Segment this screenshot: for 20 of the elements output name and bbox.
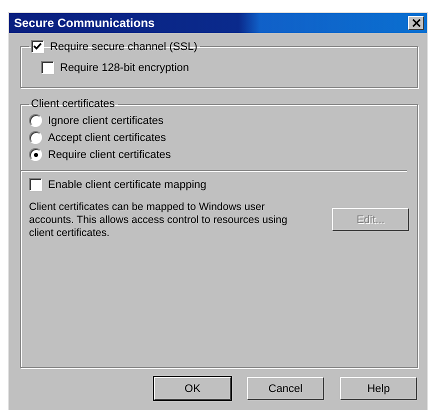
radio-button[interactable] [29, 148, 42, 161]
dialog-button[interactable]: Cancel [247, 377, 324, 400]
checkbox[interactable] [29, 178, 42, 191]
close-button[interactable] [408, 16, 424, 30]
radio-label: Ignore client certificates [48, 114, 164, 126]
group-title: Client certificates [31, 98, 115, 110]
checkbox-label: Enable client certificate mapping [48, 178, 206, 190]
radio-label: Accept client certificates [48, 132, 166, 144]
window-title: Secure Communications [14, 16, 155, 30]
checkbox[interactable] [41, 61, 54, 74]
radio-label: Require client certificates [48, 148, 171, 160]
dialog-button[interactable]: OK [154, 377, 231, 400]
description-text: Client certificates can be mapped to Windows user accounts. This allows access control to resources using client certificates. [29, 201, 288, 240]
dialog-button[interactable]: Help [340, 377, 417, 400]
checkbox-label: Require 128-bit encryption [60, 62, 190, 74]
checkbox[interactable] [31, 40, 44, 53]
close-icon [412, 19, 420, 27]
radio-button[interactable] [29, 114, 42, 127]
radio-button[interactable] [29, 131, 42, 144]
checkbox-label: Require secure channel (SSL) [50, 40, 198, 52]
